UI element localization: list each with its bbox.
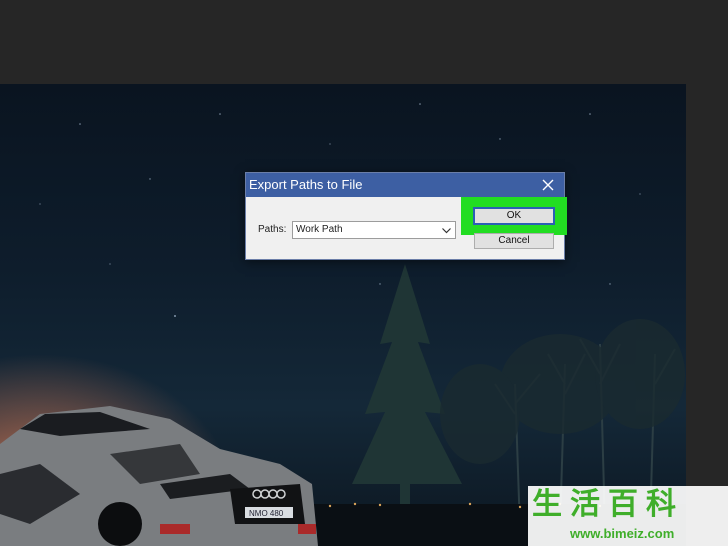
workspace-top-band <box>0 0 728 84</box>
image-canvas: NMO 480 <box>0 84 686 546</box>
ok-button[interactable]: OK <box>473 207 555 225</box>
export-paths-dialog: Export Paths to File Paths: Work Path OK… <box>245 172 567 260</box>
watermark-url: www.bimeiz.com <box>570 526 675 541</box>
watermark-chinese-text: 生活百科 <box>532 488 684 521</box>
close-icon <box>542 179 554 191</box>
cancel-button[interactable]: Cancel <box>474 233 554 249</box>
close-button[interactable] <box>538 175 558 195</box>
svg-text:NMO 480: NMO 480 <box>249 509 284 518</box>
chevron-down-icon <box>442 228 451 234</box>
watermark: 生活百科 www.bimeiz.com <box>528 486 728 546</box>
night-scene-photo: NMO 480 <box>0 103 686 546</box>
paths-label: Paths: <box>258 224 287 235</box>
paths-dropdown[interactable]: Work Path <box>292 221 456 239</box>
dialog-title: Export Paths to File <box>249 177 363 192</box>
paths-dropdown-value: Work Path <box>296 224 343 235</box>
dialog-titlebar[interactable]: Export Paths to File <box>246 173 564 197</box>
workspace-right-gutter <box>686 84 728 546</box>
